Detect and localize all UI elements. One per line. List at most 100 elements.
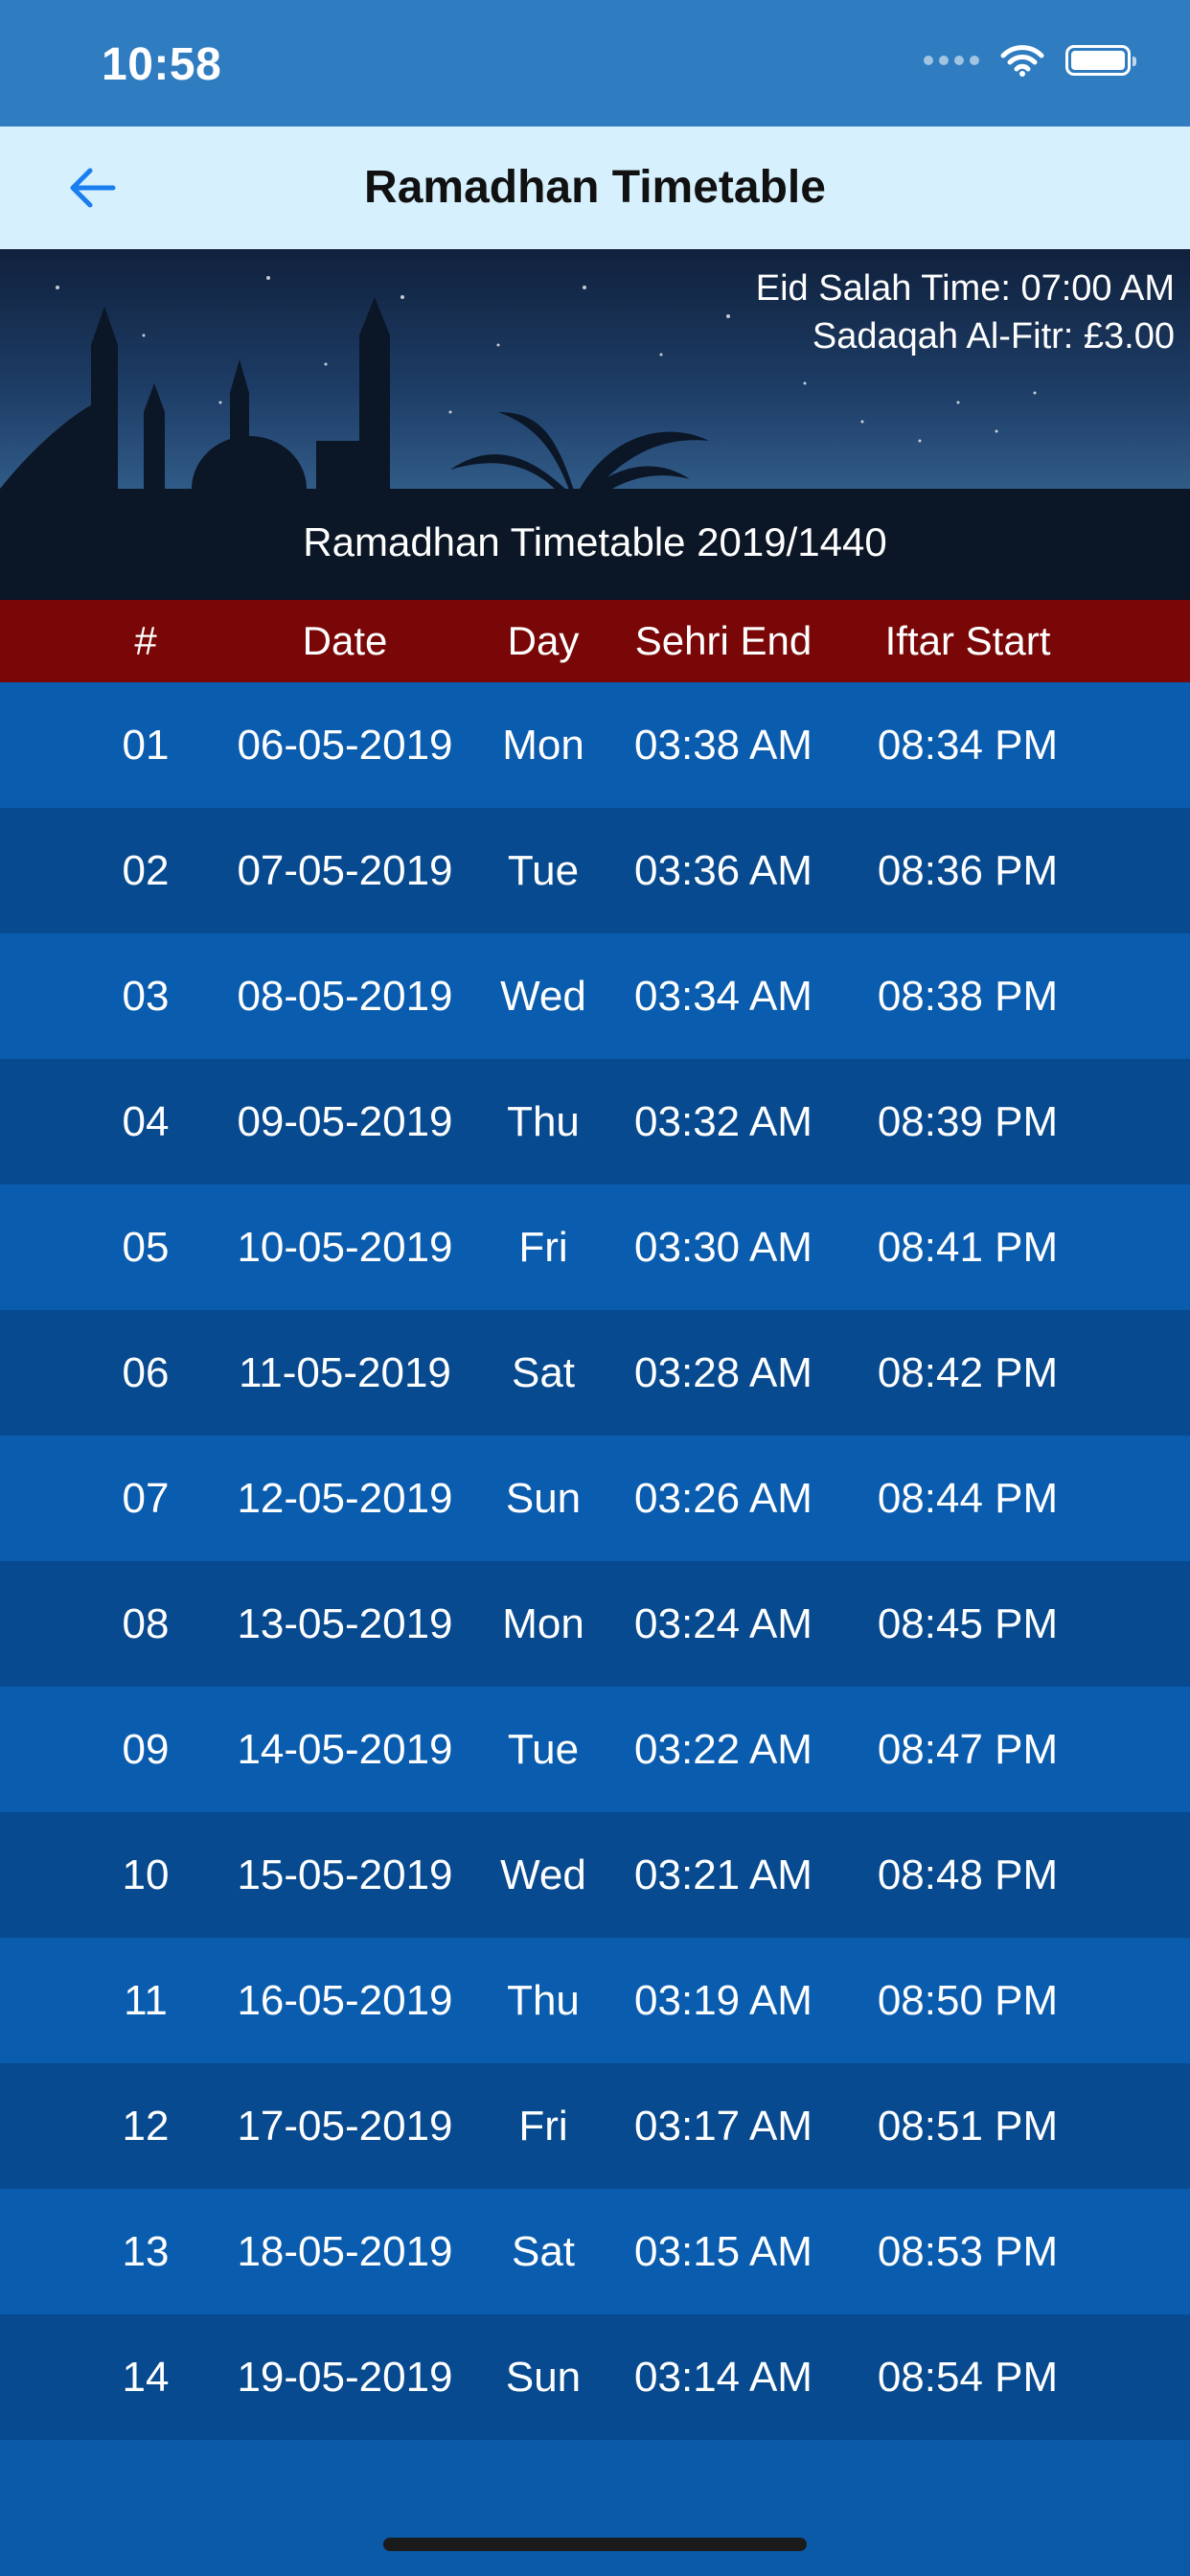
row-iftar-start: 08:51 PM bbox=[877, 2102, 1059, 2150]
page-title: Ramadhan Timetable bbox=[364, 162, 826, 213]
nav-bar: Ramadhan Timetable bbox=[0, 126, 1190, 249]
row-iftar-start: 08:44 PM bbox=[877, 1474, 1059, 1522]
row-date: 06-05-2019 bbox=[237, 721, 453, 769]
row-date: 12-05-2019 bbox=[237, 1474, 453, 1522]
row-num: 08 bbox=[122, 1599, 170, 1647]
header-date: Date bbox=[302, 618, 388, 663]
row-sehri-end: 03:36 AM bbox=[634, 846, 812, 894]
row-date: 16-05-2019 bbox=[237, 1976, 453, 2024]
row-num: 12 bbox=[122, 2102, 170, 2150]
row-iftar-start: 08:54 PM bbox=[877, 2353, 1059, 2401]
row-date: 09-05-2019 bbox=[237, 1097, 453, 1145]
row-date: 14-05-2019 bbox=[237, 1725, 453, 1773]
row-iftar-start: 08:39 PM bbox=[877, 1097, 1059, 1145]
table-row: 03 08-05-2019 Wed 03:34 AM 08:38 PM bbox=[0, 933, 1190, 1059]
status-icons bbox=[924, 44, 1136, 77]
row-day: Sun bbox=[505, 1474, 582, 1522]
row-sehri-end: 03:21 AM bbox=[634, 1851, 812, 1898]
row-day: Sat bbox=[511, 1348, 576, 1396]
table-row: 05 10-05-2019 Fri 03:30 AM 08:41 PM bbox=[0, 1184, 1190, 1310]
table-row: 12 17-05-2019 Fri 03:17 AM 08:51 PM bbox=[0, 2063, 1190, 2189]
row-iftar-start: 08:48 PM bbox=[877, 1851, 1059, 1898]
table-row: 09 14-05-2019 Tue 03:22 AM 08:47 PM bbox=[0, 1687, 1190, 1812]
signal-icon bbox=[924, 56, 979, 65]
row-date: 13-05-2019 bbox=[237, 1599, 453, 1647]
eid-info: Eid Salah Time: 07:00 AM Sadaqah Al-Fitr… bbox=[756, 264, 1175, 360]
header-sehri-end: Sehri End bbox=[634, 618, 812, 663]
banner: Eid Salah Time: 07:00 AM Sadaqah Al-Fitr… bbox=[0, 249, 1190, 600]
battery-icon bbox=[1065, 45, 1136, 76]
row-num: 07 bbox=[122, 1474, 170, 1522]
row-date: 19-05-2019 bbox=[237, 2353, 453, 2401]
row-num: 06 bbox=[122, 1348, 170, 1396]
row-sehri-end: 03:38 AM bbox=[634, 721, 812, 769]
row-day: Fri bbox=[518, 2102, 568, 2150]
row-iftar-start: 08:53 PM bbox=[877, 2227, 1059, 2275]
row-day: Fri bbox=[518, 1223, 568, 1271]
table-row: 08 13-05-2019 Mon 03:24 AM 08:45 PM bbox=[0, 1561, 1190, 1687]
table-row: 10 15-05-2019 Wed 03:21 AM 08:48 PM bbox=[0, 1812, 1190, 1938]
row-iftar-start: 08:38 PM bbox=[877, 972, 1059, 1020]
table-row: 11 16-05-2019 Thu 03:19 AM 08:50 PM bbox=[0, 1938, 1190, 2063]
status-time: 10:58 bbox=[102, 39, 222, 90]
row-num: 13 bbox=[122, 2227, 170, 2275]
row-iftar-start: 08:50 PM bbox=[877, 1976, 1059, 2024]
row-day: Wed bbox=[500, 1851, 586, 1898]
row-num: 05 bbox=[122, 1223, 170, 1271]
row-iftar-start: 08:45 PM bbox=[877, 1599, 1059, 1647]
table-row: 04 09-05-2019 Thu 03:32 AM 08:39 PM bbox=[0, 1059, 1190, 1184]
table-row: 06 11-05-2019 Sat 03:28 AM 08:42 PM bbox=[0, 1310, 1190, 1436]
timetable-list[interactable]: 01 06-05-2019 Mon 03:38 AM 08:34 PM 02 0… bbox=[0, 682, 1190, 2440]
row-sehri-end: 03:15 AM bbox=[634, 2227, 812, 2275]
row-num: 14 bbox=[122, 2353, 170, 2401]
row-day: Sat bbox=[511, 2227, 576, 2275]
row-num: 11 bbox=[124, 1976, 168, 2024]
row-sehri-end: 03:19 AM bbox=[634, 1976, 812, 2024]
row-date: 11-05-2019 bbox=[239, 1348, 451, 1396]
row-sehri-end: 03:24 AM bbox=[634, 1599, 812, 1647]
row-day: Mon bbox=[502, 721, 584, 769]
header-iftar-start: Iftar Start bbox=[884, 618, 1051, 663]
table-header: # Date Day Sehri End Iftar Start bbox=[0, 600, 1190, 682]
table-row: 07 12-05-2019 Sun 03:26 AM 08:44 PM bbox=[0, 1436, 1190, 1561]
table-row: 02 07-05-2019 Tue 03:36 AM 08:36 PM bbox=[0, 808, 1190, 933]
row-day: Tue bbox=[507, 846, 580, 894]
row-num: 01 bbox=[122, 721, 170, 769]
row-num: 03 bbox=[122, 972, 170, 1020]
row-iftar-start: 08:47 PM bbox=[877, 1725, 1059, 1773]
row-day: Thu bbox=[507, 1097, 580, 1145]
row-date: 18-05-2019 bbox=[237, 2227, 453, 2275]
eid-salah-time: Eid Salah Time: 07:00 AM bbox=[755, 268, 1175, 309]
row-day: Mon bbox=[502, 1599, 584, 1647]
row-num: 04 bbox=[122, 1097, 170, 1145]
row-iftar-start: 08:36 PM bbox=[877, 846, 1059, 894]
row-date: 15-05-2019 bbox=[237, 1851, 453, 1898]
row-sehri-end: 03:17 AM bbox=[634, 2102, 812, 2150]
row-sehri-end: 03:32 AM bbox=[634, 1097, 812, 1145]
row-day: Wed bbox=[500, 972, 586, 1020]
row-sehri-end: 03:26 AM bbox=[634, 1474, 812, 1522]
row-day: Thu bbox=[507, 1976, 580, 2024]
row-num: 09 bbox=[122, 1725, 170, 1773]
row-date: 08-05-2019 bbox=[237, 972, 453, 1020]
row-sehri-end: 03:28 AM bbox=[634, 1348, 812, 1396]
table-row: 13 18-05-2019 Sat 03:15 AM 08:53 PM bbox=[0, 2189, 1190, 2314]
row-day: Sun bbox=[505, 2353, 582, 2401]
row-day: Tue bbox=[507, 1725, 580, 1773]
row-sehri-end: 03:22 AM bbox=[634, 1725, 812, 1773]
row-date: 17-05-2019 bbox=[237, 2102, 453, 2150]
table-row: 01 06-05-2019 Mon 03:38 AM 08:34 PM bbox=[0, 682, 1190, 808]
row-sehri-end: 03:34 AM bbox=[634, 972, 812, 1020]
row-iftar-start: 08:41 PM bbox=[877, 1223, 1059, 1271]
status-bar: 10:58 bbox=[0, 0, 1190, 126]
home-indicator[interactable] bbox=[383, 2538, 807, 2551]
sadaqah-al-fitr: Sadaqah Al-Fitr: £3.00 bbox=[812, 316, 1175, 356]
row-num: 02 bbox=[122, 846, 170, 894]
header-day: Day bbox=[507, 618, 580, 663]
table-row: 14 19-05-2019 Sun 03:14 AM 08:54 PM bbox=[0, 2314, 1190, 2440]
row-iftar-start: 08:42 PM bbox=[877, 1348, 1059, 1396]
row-sehri-end: 03:14 AM bbox=[634, 2353, 812, 2401]
row-num: 10 bbox=[122, 1851, 170, 1898]
banner-title: Ramadhan Timetable 2019/1440 bbox=[303, 519, 887, 564]
row-date: 07-05-2019 bbox=[237, 846, 453, 894]
